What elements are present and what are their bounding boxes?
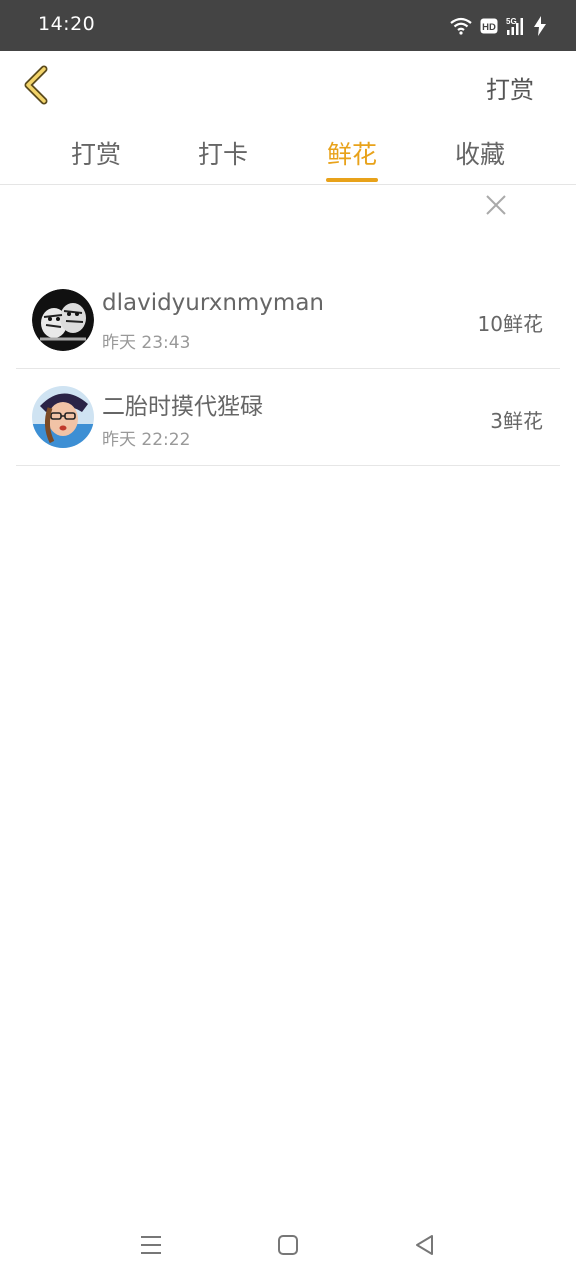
hd-icon: HD	[480, 18, 498, 34]
row-count: 3鲜花	[490, 409, 543, 433]
tab-favorites[interactable]: 收藏	[435, 135, 525, 185]
row-count: 10鲜花	[477, 312, 543, 336]
row-name: 二胎时摸代狴碌	[102, 394, 263, 420]
status-bar: 14:20 HD 5G	[0, 0, 576, 51]
wifi-icon	[450, 17, 472, 35]
home-button[interactable]	[273, 1230, 303, 1260]
avatar	[32, 386, 94, 448]
tab-bar: 打赏 打卡 鲜花 收藏	[0, 121, 576, 185]
tiger-sketch-avatar	[32, 289, 94, 351]
back-button[interactable]	[16, 61, 64, 109]
row-time: 昨天 22:22	[102, 430, 191, 450]
menu-icon	[136, 1236, 166, 1264]
system-back-button[interactable]	[410, 1230, 440, 1260]
list-item[interactable]: dlavidyurxnmyman 昨天 23:43 10鲜花	[16, 272, 560, 369]
tab-reward[interactable]: 打赏	[51, 135, 141, 185]
status-time: 14:20	[38, 13, 96, 35]
back-icon	[410, 1235, 440, 1264]
row-time: 昨天 23:43	[102, 333, 191, 353]
charging-icon	[534, 16, 546, 36]
tab-checkin[interactable]: 打卡	[178, 135, 268, 185]
header-reward-button[interactable]: 打赏	[486, 70, 534, 105]
close-button[interactable]	[481, 190, 511, 220]
flower-list: dlavidyurxnmyman 昨天 23:43 10鲜花 二胎时摸代狴碌 昨…	[16, 272, 560, 466]
chevron-left-icon	[16, 65, 64, 113]
row-name: dlavidyurxnmyman	[102, 290, 324, 316]
girl-photo-avatar	[32, 386, 94, 448]
system-nav-bar	[0, 1210, 576, 1280]
avatar	[32, 289, 94, 351]
list-item[interactable]: 二胎时摸代狴碌 昨天 22:22 3鲜花	[16, 369, 560, 466]
tab-flowers[interactable]: 鲜花	[307, 135, 397, 185]
menu-button[interactable]	[136, 1230, 166, 1260]
close-icon	[481, 195, 511, 224]
network-label: 5G	[506, 17, 517, 26]
hd-label: HD	[482, 22, 496, 33]
home-icon	[273, 1235, 303, 1264]
header: 打赏	[0, 51, 576, 121]
5g-signal-icon: 5G	[506, 16, 526, 36]
status-icons: HD 5G	[450, 14, 546, 38]
